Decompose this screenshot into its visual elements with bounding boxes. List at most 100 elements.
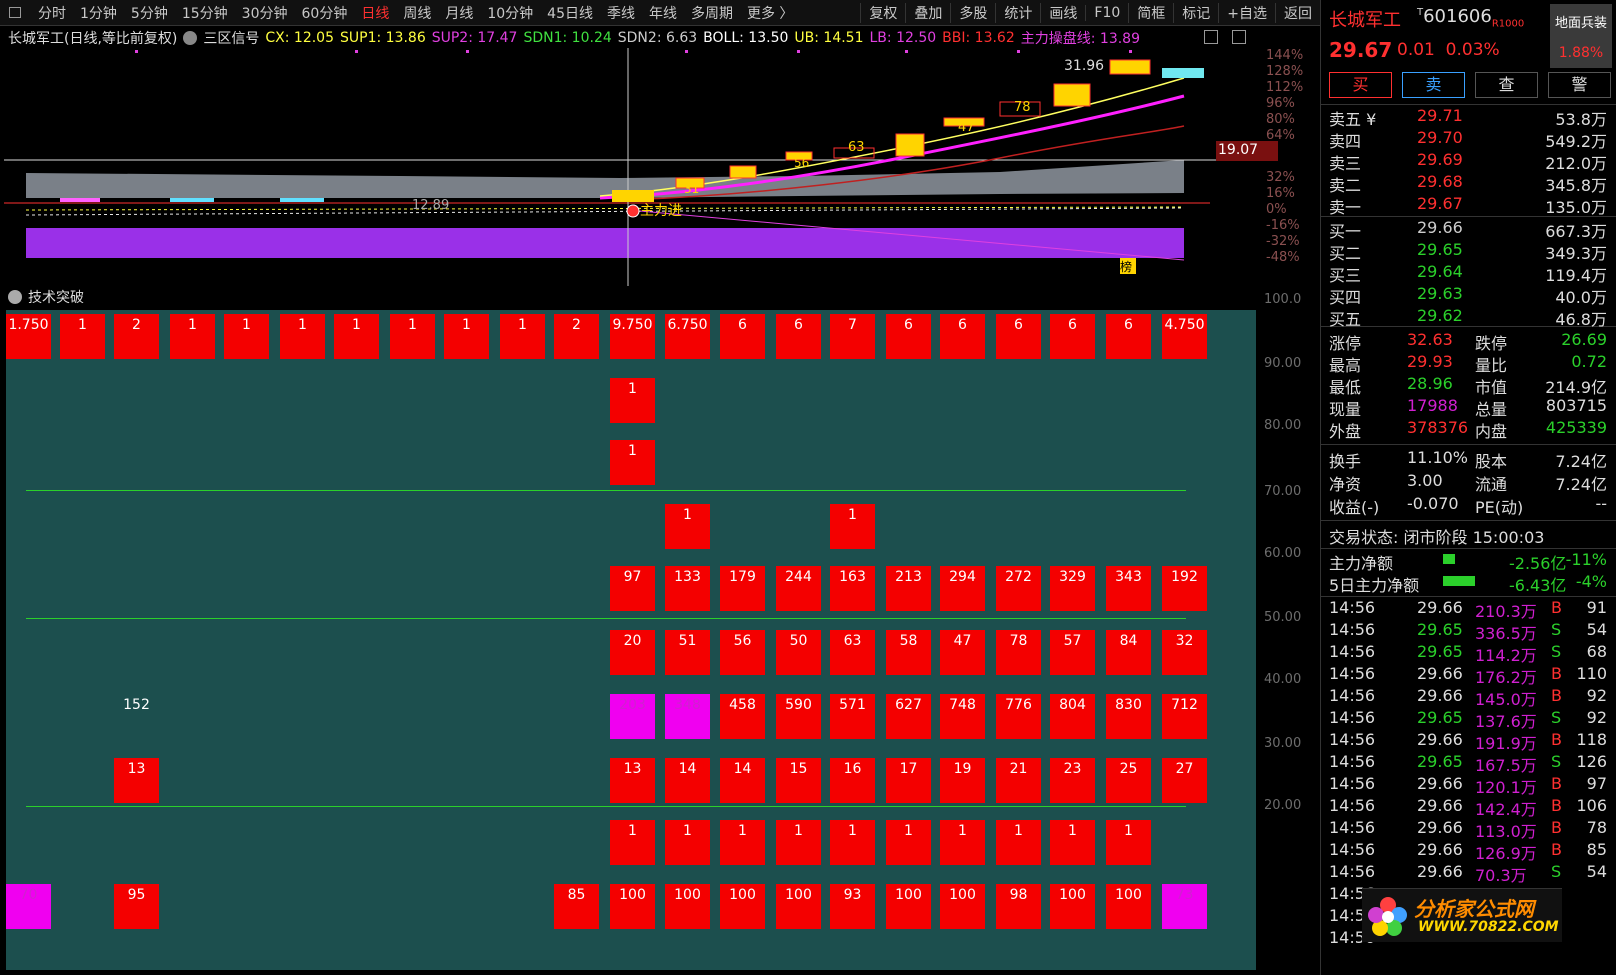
- signal-cell[interactable]: 272: [996, 566, 1041, 611]
- period-tab[interactable]: 60分钟: [295, 3, 355, 23]
- signal-cell[interactable]: 1: [1106, 820, 1151, 865]
- signal-cell[interactable]: 294: [940, 566, 985, 611]
- signal-cell[interactable]: 203: [610, 694, 655, 739]
- signal-cell[interactable]: 13: [610, 758, 655, 803]
- signal-cell[interactable]: 15: [776, 758, 821, 803]
- period-tab[interactable]: 周线: [396, 3, 438, 23]
- signal-cell[interactable]: 2: [114, 314, 159, 359]
- period-tab[interactable]: 月线: [438, 3, 480, 23]
- signal-cell[interactable]: 2: [554, 314, 599, 359]
- signal-cell[interactable]: 163: [830, 566, 875, 611]
- signal-cell[interactable]: 14: [665, 758, 710, 803]
- signal-cell[interactable]: 179: [720, 566, 765, 611]
- signal-cell[interactable]: 1: [830, 504, 875, 549]
- signal-cell[interactable]: 21: [996, 758, 1041, 803]
- signal-cell[interactable]: 748: [940, 694, 985, 739]
- signal-cell[interactable]: 6: [996, 314, 1041, 359]
- toolbar-button[interactable]: 叠加: [905, 3, 950, 23]
- period-tab[interactable]: 更多 〉: [740, 3, 800, 23]
- signal-cell[interactable]: 100: [1050, 884, 1095, 929]
- signal-cell[interactable]: 32: [1162, 630, 1207, 675]
- period-tab[interactable]: 1分钟: [73, 3, 124, 23]
- signal-cell[interactable]: 133: [665, 566, 710, 611]
- signal-cell[interactable]: 93: [830, 884, 875, 929]
- signal-cell[interactable]: 1: [940, 820, 985, 865]
- signal-cell[interactable]: 6: [720, 314, 765, 359]
- signal-cell[interactable]: 1: [1050, 820, 1095, 865]
- toolbar-button[interactable]: 返回: [1275, 3, 1320, 23]
- signal-cell[interactable]: 17: [886, 758, 931, 803]
- signal-cell[interactable]: 776: [996, 694, 1041, 739]
- signal-cell[interactable]: 23: [1050, 758, 1095, 803]
- signal-cell[interactable]: 458: [720, 694, 765, 739]
- signal-cell[interactable]: 14: [720, 758, 765, 803]
- signal-cell[interactable]: 25: [1106, 758, 1151, 803]
- signal-cell[interactable]: 51: [665, 630, 710, 675]
- period-tab[interactable]: 分时: [31, 3, 73, 23]
- signal-cell[interactable]: 1: [720, 820, 765, 865]
- signal-cell[interactable]: 348: [665, 694, 710, 739]
- signal-cell[interactable]: 6: [1106, 314, 1151, 359]
- signal-cell[interactable]: 830: [1106, 694, 1151, 739]
- signal-cell[interactable]: 100: [610, 884, 655, 929]
- signal-cell[interactable]: 1: [610, 440, 655, 485]
- signal-cell[interactable]: 1: [60, 314, 105, 359]
- diamond-icon[interactable]: [1204, 30, 1218, 44]
- signal-cell[interactable]: 100: [776, 884, 821, 929]
- query-button[interactable]: 查: [1475, 72, 1538, 98]
- signal-cell[interactable]: 85: [554, 884, 599, 929]
- signal-cell[interactable]: 1: [390, 314, 435, 359]
- toolbar-button[interactable]: F10: [1085, 5, 1128, 21]
- toolbar-button[interactable]: +自选: [1218, 3, 1275, 23]
- sector-chip[interactable]: 地面兵装 1.88%: [1550, 4, 1612, 68]
- toolbar-button[interactable]: 标记: [1173, 3, 1218, 23]
- period-tab[interactable]: 15分钟: [175, 3, 235, 23]
- toolbar-button[interactable]: 复权: [860, 3, 905, 23]
- signal-cell[interactable]: 20: [610, 630, 655, 675]
- indicator-toggle-icon[interactable]: [183, 31, 198, 45]
- signal-cell[interactable]: 6.750: [665, 314, 710, 359]
- signal-cell[interactable]: 712: [1162, 694, 1207, 739]
- window-icon[interactable]: [9, 7, 21, 18]
- signal-cell[interactable]: 1: [224, 314, 269, 359]
- buy-button[interactable]: 买: [1329, 72, 1392, 98]
- signal-cell[interactable]: 192: [1162, 566, 1207, 611]
- signal-cell[interactable]: 329: [1050, 566, 1095, 611]
- signal-cell[interactable]: 57: [1050, 630, 1095, 675]
- signal-cell[interactable]: 98: [996, 884, 1041, 929]
- signal-panel[interactable]: 1.750 1 2 1 1 1 1 1 1 1 2 9.750 6.750 6 6 7 6 6 6 6 6 4.750 1 1…: [6, 310, 1256, 970]
- signal-cell[interactable]: 6: [1050, 314, 1095, 359]
- signal-cell[interactable]: 16: [830, 758, 875, 803]
- signal-cell[interactable]: 1: [830, 820, 875, 865]
- period-tab[interactable]: 日线: [354, 3, 396, 23]
- period-tab[interactable]: 10分钟: [480, 3, 540, 23]
- signal-cell[interactable]: 1: [280, 314, 325, 359]
- signal-cell[interactable]: 19: [940, 758, 985, 803]
- signal-cell[interactable]: 1: [996, 820, 1041, 865]
- signal-cell[interactable]: 590: [776, 694, 821, 739]
- signal-cell[interactable]: 152: [114, 694, 159, 739]
- signal-cell[interactable]: 100: [940, 884, 985, 929]
- signal-cell[interactable]: 9.750: [610, 314, 655, 359]
- period-tab[interactable]: 5分钟: [124, 3, 175, 23]
- signal-cell[interactable]: 213: [886, 566, 931, 611]
- period-tab[interactable]: 季线: [600, 3, 642, 23]
- signal-cell[interactable]: 1.750: [6, 314, 51, 359]
- signal-cell[interactable]: 97: [610, 566, 655, 611]
- signal-cell[interactable]: 47: [940, 630, 985, 675]
- toolbar-button[interactable]: 画线: [1040, 3, 1085, 23]
- sell-button[interactable]: 卖: [1402, 72, 1465, 98]
- signal-cell[interactable]: 78: [996, 630, 1041, 675]
- signal-cell[interactable]: 70: [6, 884, 51, 929]
- signal-cell[interactable]: 84: [1106, 630, 1151, 675]
- signal-cell[interactable]: 244: [776, 566, 821, 611]
- signal-cell[interactable]: 13: [114, 758, 159, 803]
- signal-cell[interactable]: 1: [610, 820, 655, 865]
- toggle-icon[interactable]: [8, 290, 22, 304]
- signal-cell[interactable]: 1: [334, 314, 379, 359]
- signal-cell[interactable]: 627: [886, 694, 931, 739]
- signal-cell[interactable]: 6: [776, 314, 821, 359]
- signal-cell[interactable]: 1: [170, 314, 215, 359]
- signal-cell[interactable]: 56: [720, 630, 765, 675]
- signal-cell[interactable]: 1: [886, 820, 931, 865]
